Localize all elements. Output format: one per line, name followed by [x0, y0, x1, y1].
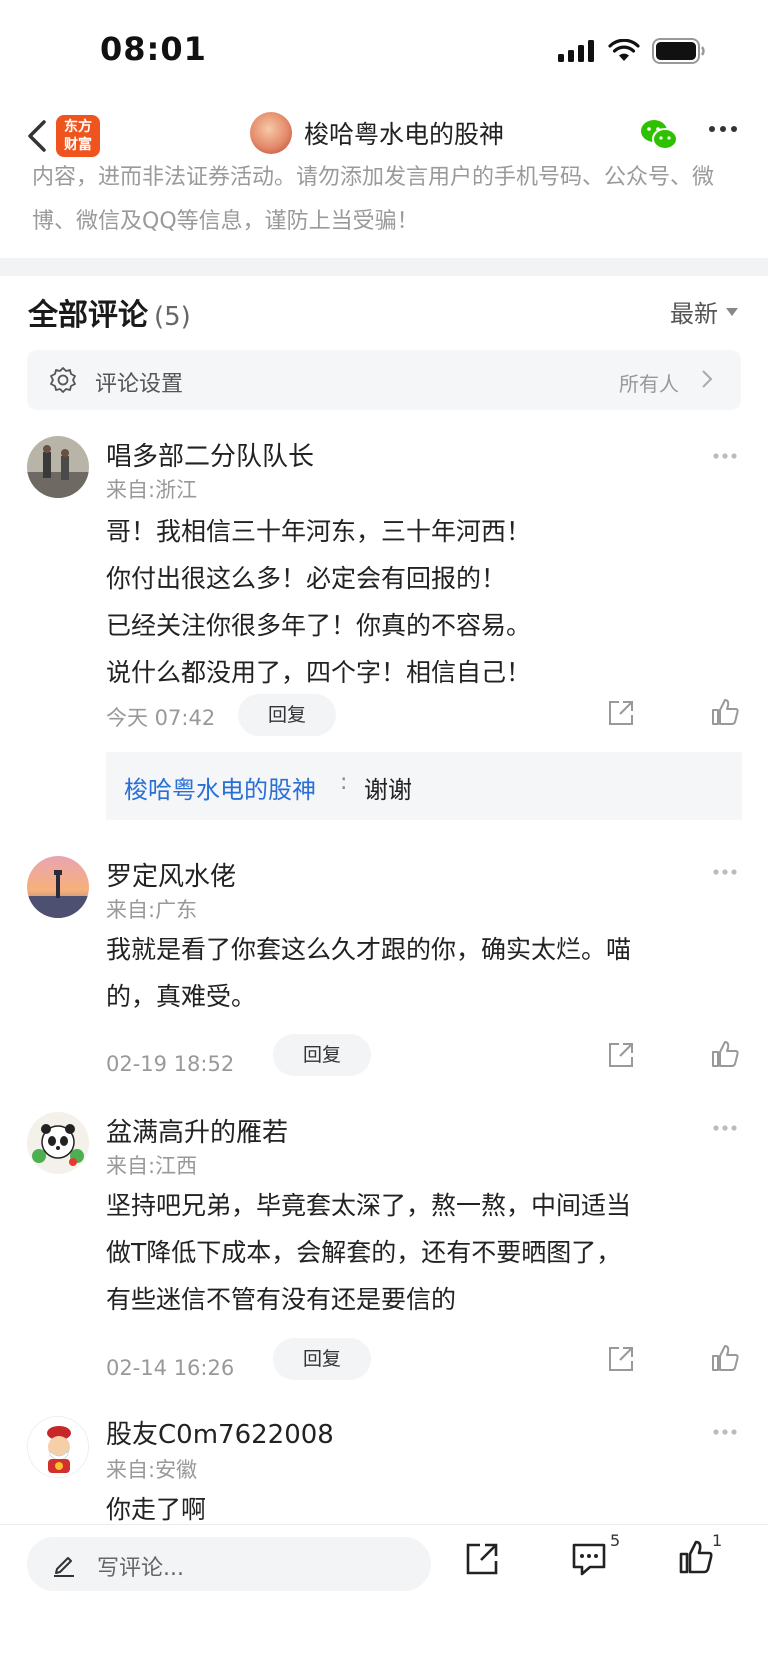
comment-icon[interactable]	[570, 1541, 608, 1577]
comment-line: 做T降低下成本，会解套的，还有不要晒图了，	[106, 1238, 622, 1267]
settings-label: 评论设置	[95, 372, 184, 397]
comment-settings-bar[interactable]: 评论设置 所有人	[27, 350, 741, 410]
avatar[interactable]	[27, 1112, 89, 1174]
comment-time: 今天 07:42	[106, 706, 216, 730]
reply-button[interactable]: 回复	[273, 1338, 371, 1380]
app-logo-line2: 财富	[64, 137, 92, 153]
battery-icon	[652, 38, 705, 64]
comment-body: 我就是看了你套这么久才跟的你，确实太烂。喵 的，真难受。	[106, 926, 746, 1020]
more-icon[interactable]	[712, 868, 738, 876]
section-divider	[0, 258, 768, 276]
comment-line: 已经关注你很多年了！你真的不容易。	[106, 611, 532, 640]
like-count-badge: 1	[712, 1531, 723, 1550]
page-title[interactable]: 梭哈粤水电的股神	[304, 115, 504, 151]
wechat-icon[interactable]	[640, 118, 678, 152]
notice-text: 内容，进而非法证券活动。请勿添加发言用户的手机号码、公众号、微博、微信及QQ等信…	[32, 165, 715, 234]
like-icon[interactable]	[678, 1539, 714, 1575]
comment-author[interactable]: 罗定风水佬	[106, 856, 236, 893]
avatar[interactable]	[27, 1416, 89, 1478]
reply-box[interactable]: 梭哈粤水电的股神 : 谢谢	[106, 752, 742, 820]
reply-separator: :	[340, 770, 348, 795]
app-logo[interactable]: 东方 财富	[56, 115, 100, 157]
settings-value: 所有人	[619, 372, 679, 396]
sort-label: 最新	[670, 300, 718, 328]
status-time: 08:01	[100, 30, 207, 68]
sort-dropdown[interactable]: 最新	[670, 294, 738, 329]
gear-icon	[50, 367, 76, 393]
comment-body: 坚持吧兄弟，毕竟套太深了，熬一熬，中间适当 做T降低下成本，会解套的，还有不要晒…	[106, 1182, 746, 1323]
comment-line: 的，真难受。	[106, 982, 257, 1011]
comment-author[interactable]: 股友C0m7622008	[106, 1414, 334, 1451]
comment-line: 你付出很这么多！必定会有回报的！	[106, 564, 507, 593]
chevron-right-icon	[702, 370, 713, 388]
share-icon[interactable]	[606, 1344, 636, 1374]
comment-item: 股友C0m7622008 来自:安徽 你走了啊	[0, 1412, 768, 1524]
reply-author[interactable]: 梭哈粤水电的股神	[124, 770, 316, 805]
status-bar: 08:01	[0, 0, 768, 100]
status-icons	[558, 38, 706, 64]
app-logo-line1: 东方	[64, 119, 92, 135]
comment-location: 来自:安徽	[106, 1458, 198, 1482]
like-icon[interactable]	[710, 1039, 740, 1069]
comment-author[interactable]: 盆满高升的雁若	[106, 1112, 288, 1149]
more-icon[interactable]	[712, 1428, 738, 1436]
comment-line: 你走了啊	[106, 1495, 207, 1524]
comment-time: 02-19 18:52	[106, 1052, 235, 1076]
comment-time: 02-14 16:26	[106, 1356, 235, 1380]
author-avatar[interactable]	[250, 112, 292, 154]
comment-location: 来自:广东	[106, 898, 198, 922]
comment-body: 你走了啊	[106, 1486, 746, 1524]
comments-title: 全部评论 (5)	[28, 290, 191, 334]
comment-line: 我就是看了你套这么久才跟的你，确实太烂。喵	[106, 935, 632, 964]
share-icon[interactable]	[464, 1541, 500, 1577]
like-icon[interactable]	[710, 1343, 740, 1373]
back-icon[interactable]	[22, 116, 58, 156]
pen-icon	[54, 1557, 74, 1577]
bottom-bar: 写评论... 5 1	[0, 1524, 768, 1665]
like-icon[interactable]	[710, 697, 740, 727]
comment-line: 哥！我相信三十年河东，三十年河西！	[106, 517, 532, 546]
reply-button[interactable]: 回复	[273, 1034, 371, 1076]
avatar[interactable]	[27, 436, 89, 498]
wifi-icon	[608, 39, 640, 61]
signal-icon	[558, 40, 594, 62]
reply-button[interactable]: 回复	[238, 694, 336, 736]
comment-author[interactable]: 唱多部二分队队长	[106, 436, 314, 473]
caret-down-icon	[726, 307, 738, 316]
avatar[interactable]	[27, 856, 89, 918]
comment-body: 哥！我相信三十年河东，三十年河西！ 你付出很这么多！必定会有回报的！ 已经关注你…	[106, 508, 746, 696]
comment-line: 有些迷信不管有没有还是要信的	[106, 1285, 457, 1314]
comment-location: 来自:江西	[106, 1154, 198, 1178]
more-icon[interactable]	[712, 1124, 738, 1132]
comment-location: 来自:浙江	[106, 478, 198, 502]
share-icon[interactable]	[606, 698, 636, 728]
comment-line: 坚持吧兄弟，毕竟套太深了，熬一熬，中间适当	[106, 1191, 632, 1220]
write-comment-input[interactable]: 写评论...	[27, 1537, 431, 1591]
reply-text: 谢谢	[364, 776, 412, 804]
comment-line: 说什么都没用了，四个字！相信自己！	[106, 658, 532, 687]
nav-center[interactable]: 梭哈粤水电的股神	[250, 112, 504, 154]
more-icon[interactable]	[708, 124, 738, 134]
comment-count-badge: 5	[610, 1531, 621, 1550]
comments-title-label: 全部评论	[28, 298, 148, 333]
risk-notice: 内容，进而非法证券活动。请勿添加发言用户的手机号码、公众号、微博、微信及QQ等信…	[0, 160, 768, 258]
write-comment-placeholder: 写评论...	[97, 1556, 184, 1581]
comments-count: (5)	[154, 302, 191, 332]
more-icon[interactable]	[712, 452, 738, 460]
share-icon[interactable]	[606, 1040, 636, 1070]
